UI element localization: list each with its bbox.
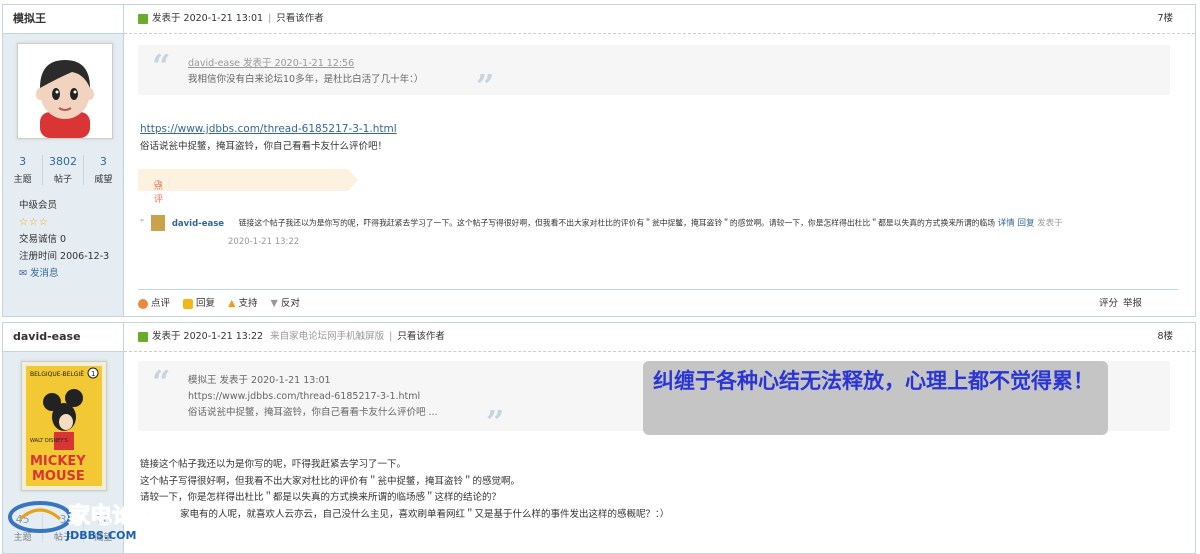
- body-line: 链接这个帖子我还以为是你写的呢，吓得我赶紧去学习了一下。: [140, 459, 407, 470]
- comment-icon: [138, 298, 148, 309]
- stat-threads[interactable]: 3 主题: [3, 155, 44, 185]
- comment-item: “ david-ease 链接这个帖子我还以为是你写的呢，吓得我赶紧去学习了一下…: [140, 215, 1180, 247]
- comment-detail-link[interactable]: 详情: [998, 219, 1015, 229]
- svg-text:MOUSE: MOUSE: [32, 469, 85, 484]
- close-quote-icon: ”: [476, 67, 495, 105]
- avatar[interactable]: BELGIQUE-BELGIË 1 WALT DISNEY'S MICKEY M…: [21, 361, 107, 491]
- body-line: 请较一下，你是怎样得出杜比＂都是以失真的方式换来所谓的临场感＂这样的结论的？: [140, 492, 502, 503]
- thread-link[interactable]: https://www.jdbbs.com/thread-6185217-3-1…: [140, 123, 397, 135]
- stamp-country: BELGIQUE-BELGIË: [30, 371, 84, 378]
- floor-number[interactable]: 8楼: [1157, 323, 1173, 351]
- thumb-up-icon: ▲: [228, 298, 236, 309]
- comment-text: 链接这个帖子我还以为是你写的呢，吓得我赶紧去学习了一下。这个帖子写得很好啊，但我…: [238, 218, 996, 228]
- user-sidebar: 模拟王 3 主题 3802 帖子 3 威望 中级会员 ☆☆☆ 交易诚信 0 注册…: [3, 5, 124, 316]
- quote-text: 俗话说瓮中捉鳖，掩耳盗铃，你自己看看卡友什么评价吧 ...: [188, 407, 438, 418]
- comment-section-header: ○ 点评: [138, 169, 358, 205]
- site-watermark-logo: 家电论坛 JDBBS.COM: [6, 497, 184, 543]
- rate-link[interactable]: 评分: [1099, 290, 1118, 317]
- post-header: 发表于 2020-1-21 13:22 来自家电论坛网手机触屏版 | 只看该作者 8…: [124, 323, 1195, 352]
- quote-block: “ david-ease 发表于 2020-1-21 12:56 我相信你没有白…: [138, 45, 1170, 105]
- post-header: 发表于 2020-1-21 13:01 | 只看该作者 7楼: [124, 5, 1195, 34]
- post-content: 发表于 2020-1-21 13:01 | 只看该作者 7楼 “ david-eas…: [124, 5, 1195, 316]
- online-icon: [138, 13, 148, 24]
- comment-reply-link[interactable]: 回复: [1017, 219, 1034, 229]
- svg-text:JDBBS.COM: JDBBS.COM: [65, 529, 136, 542]
- close-quote-icon: ”: [486, 403, 505, 441]
- svg-text:1: 1: [91, 370, 95, 378]
- commenter-avatar[interactable]: [151, 215, 166, 231]
- user-rank[interactable]: 中级会员: [19, 197, 109, 214]
- avatar[interactable]: [17, 43, 113, 139]
- stat-prestige[interactable]: 3 威望: [84, 155, 123, 185]
- post-source[interactable]: 来自家电论坛网手机触屏版: [270, 331, 384, 342]
- reply-button[interactable]: 回复: [183, 290, 215, 317]
- username[interactable]: david-ease: [3, 323, 123, 352]
- send-message-link[interactable]: ✉ 发消息: [19, 265, 109, 282]
- post-content: 发表于 2020-1-21 13:22 来自家电论坛网手机触屏版 | 只看该作者 8…: [124, 323, 1195, 553]
- reply-icon: [183, 298, 194, 309]
- user-stats: 3 主题 3802 帖子 3 威望: [3, 155, 123, 185]
- body-line: 家电有的人呢，就喜欢人云亦云，自己没什么主见，喜欢刷单看网红＂又是基于什么样的事…: [180, 508, 670, 520]
- open-quote-icon: “: [152, 47, 171, 85]
- username[interactable]: 模拟王: [3, 5, 123, 34]
- mail-icon: ✉: [19, 268, 27, 279]
- quote-author[interactable]: david-ease 发表于 2020-1-21 12:56: [188, 58, 354, 69]
- quote-text: 我相信你没有白来论坛10多年，是杜比白活了几十年：）: [188, 74, 424, 85]
- comment-posted-label: 发表于: [1037, 218, 1063, 229]
- register-date: 注册时间 2006-12-3: [19, 251, 110, 262]
- floor-number[interactable]: 7楼: [1157, 5, 1173, 33]
- dianping-button[interactable]: 点评: [138, 290, 170, 317]
- post-actions: 点评 回复 ▲ 支持 ▼ 反对 评分 举报: [138, 289, 1178, 317]
- quote-link[interactable]: https://www.jdbbs.com/thread-6185217-3-1…: [188, 389, 438, 405]
- svg-text:WALT DISNEY'S: WALT DISNEY'S: [30, 438, 68, 444]
- post-time: 发表于 2020-1-21 13:22: [152, 331, 264, 342]
- commenter-name[interactable]: david-ease: [172, 219, 224, 229]
- author-only-link[interactable]: 只看该作者: [397, 331, 445, 342]
- thumb-down-icon: ▼: [270, 298, 278, 309]
- oppose-button[interactable]: ▼ 反对: [270, 290, 299, 317]
- online-icon: [138, 331, 148, 342]
- post-time: 发表于 2020-1-21 13:01: [152, 13, 264, 24]
- report-link[interactable]: 举报: [1123, 290, 1142, 317]
- quote-author[interactable]: 模拟王 发表于 2020-1-21 13:01: [188, 373, 438, 389]
- post-body: 链接这个帖子我还以为是你写的呢，吓得我赶紧去学习了一下。 这个帖子写得很好啊，但…: [140, 457, 669, 523]
- comment-time: 2020-1-21 13:22: [228, 237, 300, 247]
- post-7: 模拟王 3 主题 3802 帖子 3 威望 中级会员 ☆☆☆ 交易诚信 0 注册…: [2, 4, 1196, 317]
- svg-text:MICKEY: MICKEY: [30, 454, 86, 469]
- support-button[interactable]: ▲ 支持: [228, 290, 257, 317]
- post-body: 俗话说瓮中捉鳖，掩耳盗铃，你自己看看卡友什么评价吧！: [140, 141, 388, 152]
- overlay-annotation: 纠缠于各种心结无法释放，心理上都不觉得累！: [643, 361, 1108, 435]
- body-line: 这个帖子写得很好啊，但我看不出大家对杜比的评价有＂瓮中捉鳖，掩耳盗铃＂的感觉啊。: [140, 475, 521, 487]
- rank-stars-icon: ☆☆☆: [19, 217, 49, 228]
- trade-credit: 交易诚信 0: [19, 234, 67, 245]
- open-quote-icon: “: [152, 363, 171, 401]
- stat-posts[interactable]: 3802 帖子: [43, 155, 84, 185]
- svg-text:家电论坛: 家电论坛: [68, 503, 156, 529]
- author-only-link[interactable]: 只看该作者: [276, 13, 324, 24]
